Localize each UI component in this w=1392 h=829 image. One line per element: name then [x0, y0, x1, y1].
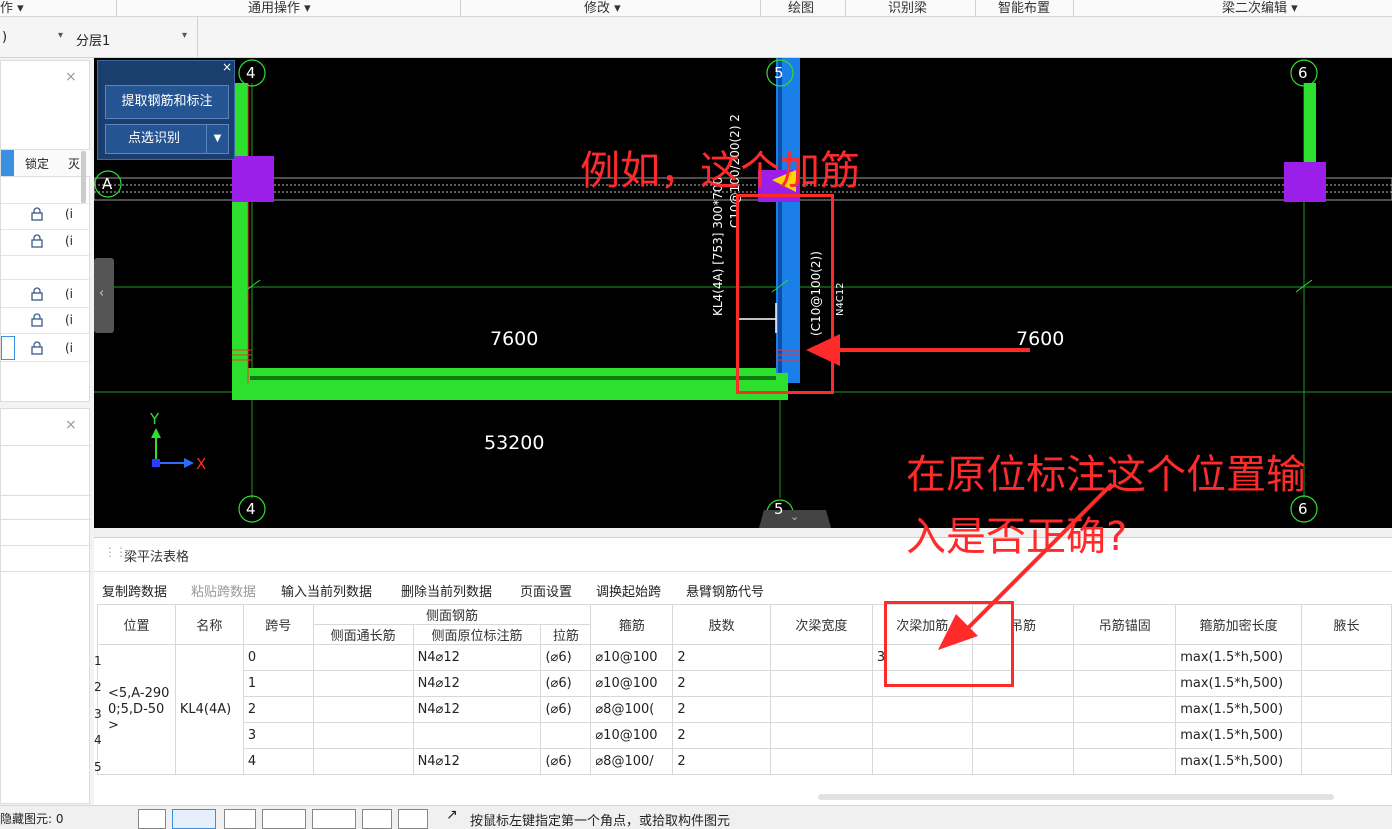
- annotation-example-note: 例如，这个加筋: [580, 148, 860, 194]
- annotation-question-line2: 入是否正确?: [906, 514, 1128, 560]
- annotation-arrows: [806, 334, 1114, 650]
- annotation-question-line1: 在原位标注这个位置输: [906, 452, 1306, 498]
